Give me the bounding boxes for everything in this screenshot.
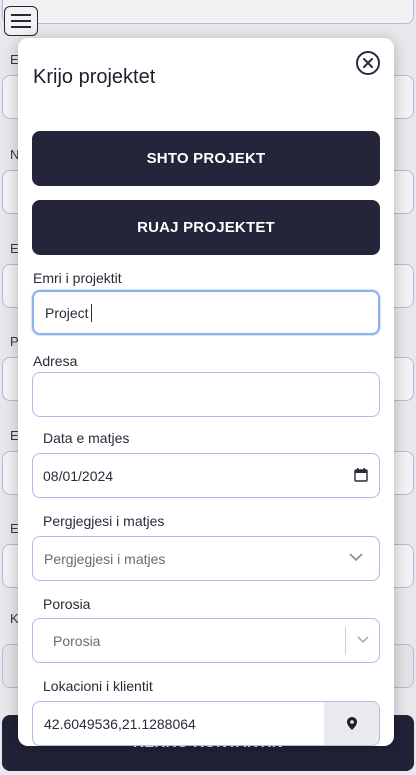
chevron-down-icon bbox=[349, 553, 363, 562]
address-label: Adresa bbox=[33, 353, 78, 369]
add-project-button[interactable]: SHTO PROJEKT bbox=[32, 131, 380, 186]
close-button[interactable] bbox=[356, 51, 380, 75]
client-location-label: Lokacioni i klientit bbox=[43, 678, 153, 694]
order-label: Porosia bbox=[43, 596, 91, 612]
location-button[interactable] bbox=[324, 702, 379, 745]
project-name-input[interactable]: Project bbox=[32, 290, 380, 335]
address-input[interactable] bbox=[32, 372, 380, 417]
measurer-select[interactable]: Pergjegjesi i matjes bbox=[32, 536, 380, 581]
measurer-label: Pergjegjesi i matjes bbox=[43, 513, 165, 529]
chevron-down-icon bbox=[357, 636, 369, 644]
modal-title: Krijo projektet bbox=[33, 66, 156, 88]
project-name-value: Project bbox=[45, 304, 89, 321]
calendar-icon[interactable] bbox=[354, 468, 368, 482]
measure-date-label: Data e matjes bbox=[43, 430, 130, 446]
save-projects-button[interactable]: RUAJ PROJEKTET bbox=[32, 200, 380, 255]
close-icon bbox=[363, 58, 373, 68]
client-location-input[interactable]: 42.6049536,21.1288064 bbox=[32, 701, 380, 746]
project-name-label: Emri i projektit bbox=[33, 270, 122, 286]
order-select[interactable]: Porosia bbox=[32, 618, 380, 663]
map-pin-icon bbox=[346, 717, 357, 730]
text-caret bbox=[90, 303, 92, 322]
order-placeholder: Porosia bbox=[53, 632, 101, 649]
measure-date-input[interactable]: 08/01/2024 bbox=[32, 453, 380, 498]
measurer-placeholder: Pergjegjesi i matjes bbox=[44, 550, 166, 567]
client-location-value: 42.6049536,21.1288064 bbox=[44, 715, 196, 732]
create-project-modal: Krijo projektet SHTO PROJEKT RUAJ PROJEK… bbox=[18, 38, 394, 746]
select-separator bbox=[345, 627, 346, 655]
measure-date-value: 08/01/2024 bbox=[43, 467, 114, 484]
